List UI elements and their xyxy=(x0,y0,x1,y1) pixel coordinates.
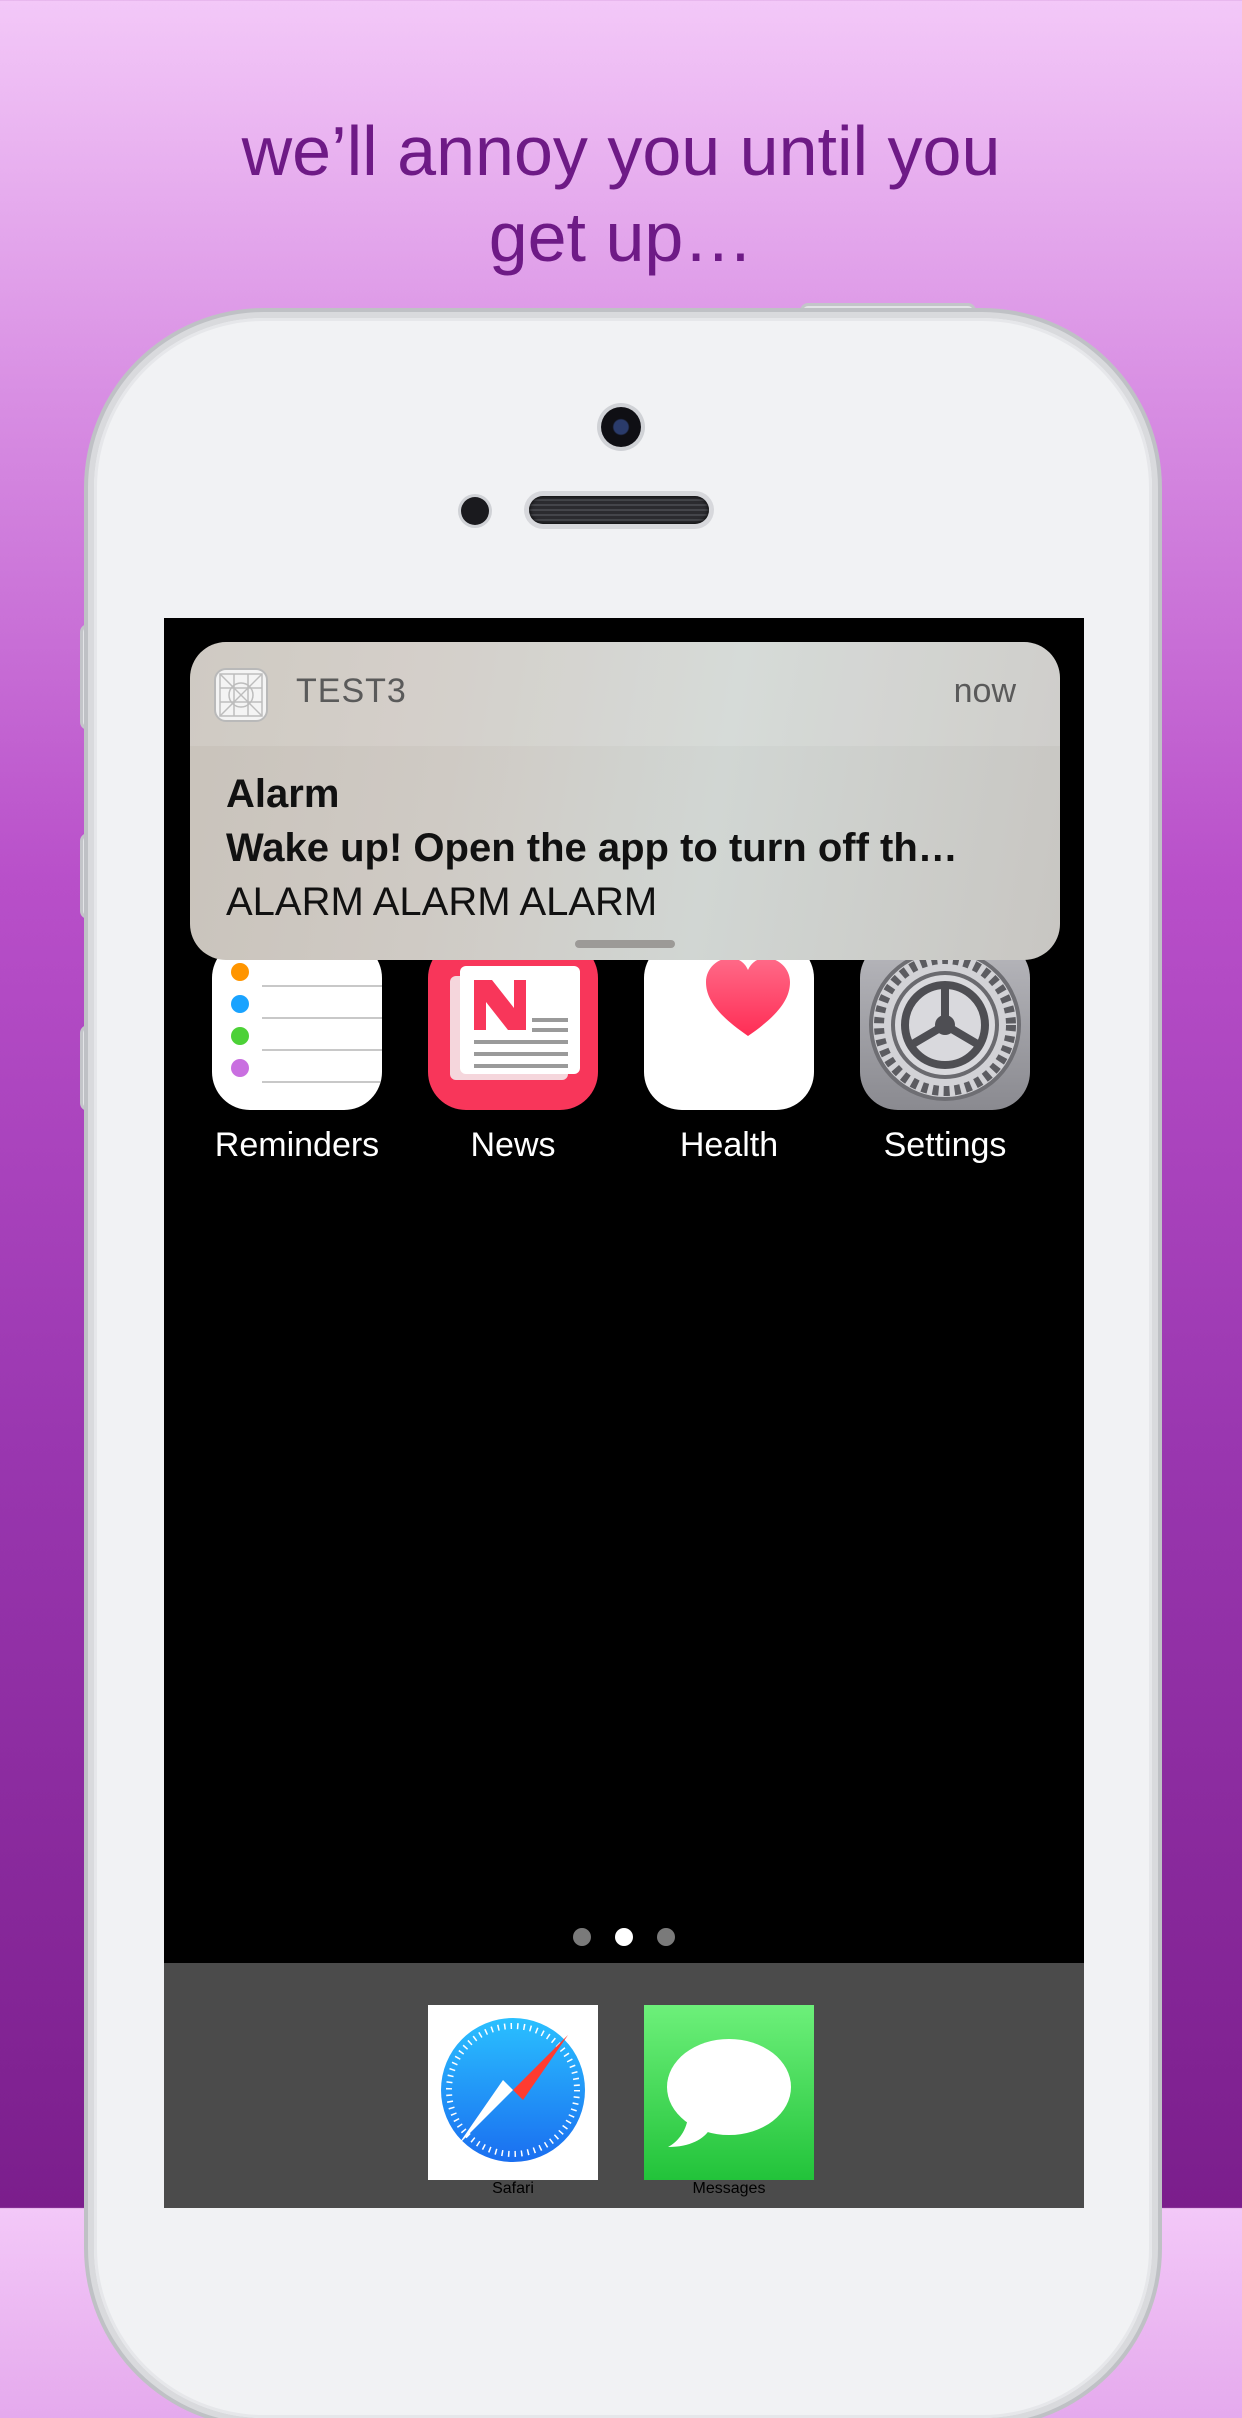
page-dot[interactable] xyxy=(573,1928,591,1946)
app-label-reminders: Reminders xyxy=(214,1126,380,1164)
notification-app-name: TEST3 xyxy=(296,672,407,710)
earpiece-speaker xyxy=(529,496,709,524)
news-icon xyxy=(428,940,598,1110)
phone-screen: TEST3 now Alarm Wake up! Open the app to… xyxy=(164,618,1084,2208)
front-camera xyxy=(601,407,641,447)
app-icon xyxy=(214,668,268,722)
notification-time: now xyxy=(953,672,1016,710)
headline-line-1: we’ll annoy you until you xyxy=(241,112,1001,190)
app-health[interactable]: Health xyxy=(644,940,814,1165)
app-label-safari: Safari xyxy=(492,2180,534,2197)
proximity-sensor xyxy=(461,497,489,525)
app-label-messages: Messages xyxy=(692,2180,766,2197)
page-dot[interactable] xyxy=(657,1928,675,1946)
app-news[interactable]: News xyxy=(428,940,598,1165)
app-label-health: Health xyxy=(679,1126,779,1164)
reminders-icon xyxy=(212,940,382,1110)
app-settings[interactable]: Settings xyxy=(860,940,1030,1165)
messages-icon xyxy=(644,2005,814,2180)
app-label-settings: Settings xyxy=(883,1126,1007,1164)
notification-subtitle: Wake up! Open the app to turn off th… xyxy=(226,826,958,870)
dock: Safari Messages xyxy=(164,1963,1084,2208)
headline: we’ll annoy you until you get up… xyxy=(0,108,1242,280)
app-reminders[interactable]: Reminders xyxy=(212,940,382,1165)
notification-banner[interactable]: TEST3 now Alarm Wake up! Open the app to… xyxy=(190,642,1060,960)
app-label-news: News xyxy=(470,1126,556,1164)
page-dot-active[interactable] xyxy=(615,1928,633,1946)
notification-title: Alarm xyxy=(226,772,340,816)
app-messages[interactable]: Messages xyxy=(644,2005,814,2198)
page-indicator[interactable] xyxy=(164,1928,1084,1951)
notification-grabber[interactable] xyxy=(575,940,675,948)
settings-icon xyxy=(860,940,1030,1110)
headline-line-2: get up… xyxy=(488,198,754,276)
app-safari[interactable]: Safari xyxy=(428,2005,598,2198)
health-icon xyxy=(644,940,814,1110)
notification-body: ALARM ALARM ALARM xyxy=(226,880,658,924)
safari-icon xyxy=(428,2005,598,2180)
